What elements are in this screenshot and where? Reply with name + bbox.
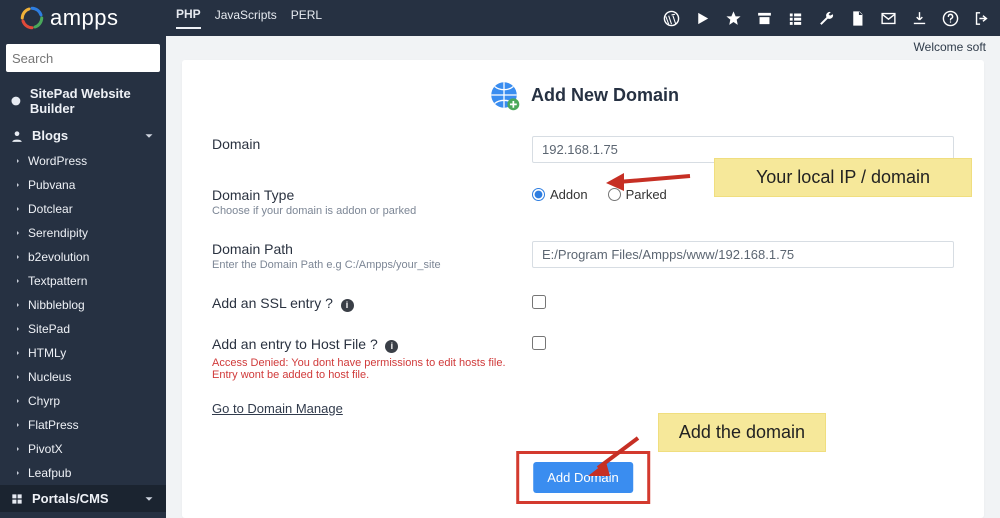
sidebar-sub-item[interactable]: WordPress xyxy=(0,149,166,173)
page-title: Add New Domain xyxy=(531,85,679,106)
sidebar-sub-item[interactable]: Nibbleblog xyxy=(0,293,166,317)
main-area: Add New Domain Domain Domain Type Choose… xyxy=(166,36,1000,518)
logout-icon[interactable] xyxy=(973,10,990,27)
archive-icon[interactable] xyxy=(756,10,773,27)
label-domain-path: Domain Path xyxy=(212,241,522,257)
sidebar-search[interactable] xyxy=(6,44,160,72)
help-icon[interactable] xyxy=(942,10,959,27)
brand-text: ampps xyxy=(50,5,119,31)
tab-js[interactable]: JavaScripts xyxy=(215,8,277,28)
row-ssl: Add an SSL entry ? i xyxy=(212,295,954,312)
sidebar-sub-item[interactable]: Leafpub xyxy=(0,461,166,485)
sidebar-item-blogs[interactable]: Blogs xyxy=(0,122,166,149)
chevron-right-icon xyxy=(14,469,22,477)
palette-icon xyxy=(10,94,22,108)
sidebar: SitePad Website Builder Blogs WordPressP… xyxy=(0,36,166,518)
search-input[interactable] xyxy=(12,51,166,66)
sidebar-item-portals[interactable]: Portals/CMS xyxy=(0,485,166,512)
wrench-icon[interactable] xyxy=(818,10,835,27)
top-icon-row xyxy=(663,10,990,27)
sidebar-label-blogs: Blogs xyxy=(32,128,68,143)
info-icon[interactable]: i xyxy=(341,299,354,312)
user-icon xyxy=(10,129,24,143)
help-domain-type: Choose if your domain is addon or parked xyxy=(212,205,522,217)
sidebar-sub-item[interactable]: SitePad xyxy=(0,317,166,341)
chevron-right-icon xyxy=(14,445,22,453)
sidebar-sub-item[interactable]: b2evolution xyxy=(0,245,166,269)
sidebar-sub-item[interactable]: HTMLy xyxy=(0,341,166,365)
row-host-file: Add an entry to Host File ? i Access Den… xyxy=(212,336,954,381)
submit-highlight-box: Add Domain xyxy=(516,451,650,504)
sidebar-sub-item[interactable]: Serendipity xyxy=(0,221,166,245)
chevron-down-icon xyxy=(142,129,156,143)
sidebar-label-sitepad: SitePad Website Builder xyxy=(30,86,156,116)
chevron-right-icon xyxy=(14,349,22,357)
sidebar-sub-item[interactable]: Textpattern xyxy=(0,269,166,293)
brand-logo: ampps xyxy=(20,5,170,31)
annotation-add-domain: Add the domain xyxy=(658,413,826,452)
label-ssl: Add an SSL entry ? xyxy=(212,295,333,311)
sidebar-sub-item[interactable]: Dotclear xyxy=(0,197,166,221)
chevron-right-icon xyxy=(14,277,22,285)
chevron-down-icon xyxy=(142,492,156,506)
help-domain-path: Enter the Domain Path e.g C:/Ampps/your_… xyxy=(212,259,522,271)
globe-add-icon xyxy=(487,78,521,112)
radio-addon[interactable]: Addon xyxy=(532,187,588,202)
chevron-right-icon xyxy=(14,325,22,333)
chevron-right-icon xyxy=(14,205,22,213)
grid-icon xyxy=(10,492,24,506)
chevron-right-icon xyxy=(14,397,22,405)
chevron-right-icon xyxy=(14,421,22,429)
chevron-right-icon xyxy=(14,181,22,189)
sidebar-label-portals: Portals/CMS xyxy=(32,491,109,506)
sidebar-sub-item[interactable]: Chyrp xyxy=(0,389,166,413)
sidebar-sub-item[interactable]: PivotX xyxy=(0,437,166,461)
link-domain-manage[interactable]: Go to Domain Manage xyxy=(212,401,343,416)
tab-perl[interactable]: PERL xyxy=(291,8,322,28)
file-icon[interactable] xyxy=(849,10,866,27)
star-icon[interactable] xyxy=(725,10,742,27)
label-domain: Domain xyxy=(212,136,522,152)
download-icon[interactable] xyxy=(911,10,928,27)
label-host-file: Add an entry to Host File ? xyxy=(212,336,378,352)
sidebar-sub-item[interactable]: FlatPress xyxy=(0,413,166,437)
chevron-right-icon xyxy=(14,157,22,165)
chevron-right-icon xyxy=(14,301,22,309)
play-icon[interactable] xyxy=(694,10,711,27)
ampps-swirl-icon xyxy=(20,6,44,30)
row-domain-path: Domain Path Enter the Domain Path e.g C:… xyxy=(212,241,954,271)
add-domain-button[interactable]: Add Domain xyxy=(533,462,633,493)
info-icon[interactable]: i xyxy=(385,340,398,353)
chevron-right-icon xyxy=(14,229,22,237)
tab-php[interactable]: PHP xyxy=(176,7,201,29)
sidebar-sub-item[interactable]: Nucleus xyxy=(0,365,166,389)
error-host-file: Access Denied: You dont have permissions… xyxy=(212,357,512,381)
sidebar-sub-joomla[interactable]: Joomla xyxy=(0,512,166,518)
checkbox-ssl[interactable] xyxy=(532,295,546,309)
mail-icon[interactable] xyxy=(880,10,897,27)
chevron-right-icon xyxy=(14,253,22,261)
input-domain-path[interactable] xyxy=(532,241,954,268)
sidebar-sub-item[interactable]: Pubvana xyxy=(0,173,166,197)
sidebar-item-sitepad[interactable]: SitePad Website Builder xyxy=(0,80,166,122)
wordpress-icon[interactable] xyxy=(663,10,680,27)
checkbox-host-file[interactable] xyxy=(532,336,546,350)
label-domain-type: Domain Type xyxy=(212,187,522,203)
page-header: Add New Domain xyxy=(212,78,954,112)
list-icon[interactable] xyxy=(787,10,804,27)
annotation-local-ip: Your local IP / domain xyxy=(714,158,972,197)
chevron-right-icon xyxy=(14,373,22,381)
topbar: ampps PHP JavaScripts PERL xyxy=(0,0,1000,36)
add-domain-card: Add New Domain Domain Domain Type Choose… xyxy=(182,60,984,518)
top-tabs: PHP JavaScripts PERL xyxy=(176,7,322,29)
radio-parked[interactable]: Parked xyxy=(608,187,667,202)
